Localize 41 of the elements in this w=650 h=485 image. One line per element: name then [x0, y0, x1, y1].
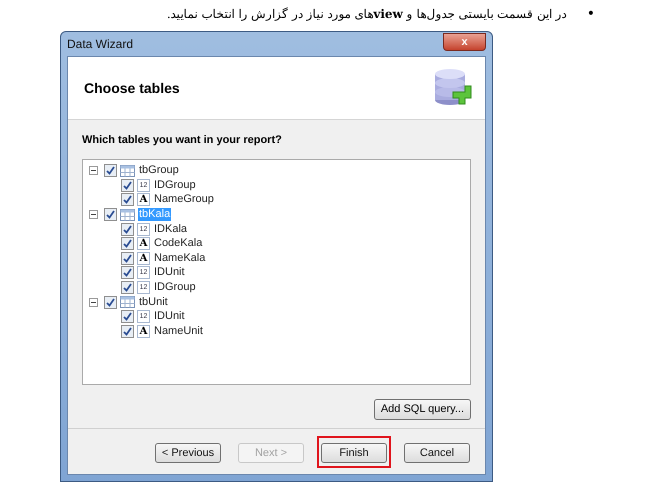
checkbox[interactable]: [104, 208, 117, 222]
tree-item[interactable]: IDUnit: [153, 266, 186, 280]
dialog-button[interactable]: Cancel: [404, 442, 470, 463]
tree-item[interactable]: CodeKala: [153, 237, 204, 250]
tree-item[interactable]: IDGroup: [153, 281, 197, 294]
checkbox[interactable]: [121, 178, 134, 192]
page-title: Choose tables: [84, 78, 180, 98]
tree-item[interactable]: tbUnit: [138, 296, 169, 309]
prompt-text: Which tables you want in your report?: [82, 133, 283, 148]
checkbox[interactable]: [121, 252, 134, 265]
bullet: •: [586, 4, 595, 24]
tree-item[interactable]: IDGroup: [153, 178, 197, 192]
window-title: Data Wizard: [67, 36, 134, 53]
dialog-button[interactable]: Finish: [321, 442, 387, 463]
tree-item[interactable]: NameUnit: [153, 324, 204, 338]
table-icon: [120, 296, 135, 308]
text-type-icon: A: [137, 237, 150, 250]
checkbox[interactable]: [121, 266, 134, 280]
text-type-icon: A: [137, 324, 150, 338]
tree-item[interactable]: NameGroup: [153, 193, 215, 206]
checkbox[interactable]: [121, 310, 134, 324]
checkbox[interactable]: [121, 193, 134, 206]
tree-item[interactable]: tbGroup: [138, 164, 180, 178]
collapse-icon[interactable]: [89, 210, 98, 220]
add-sql-query-button[interactable]: Add SQL query...: [374, 398, 471, 420]
table-icon: [120, 164, 135, 177]
dialog-button[interactable]: < Previous: [155, 442, 221, 463]
tree-item[interactable]: NameKala: [153, 252, 206, 265]
text-type-icon: A: [137, 252, 150, 265]
checkbox[interactable]: [104, 296, 117, 309]
tree-item[interactable]: IDKala: [153, 222, 188, 236]
collapse-icon[interactable]: [89, 298, 98, 307]
checkbox[interactable]: [121, 281, 134, 294]
text-type-icon: A: [137, 193, 150, 206]
checkbox[interactable]: [121, 222, 134, 236]
checkbox[interactable]: [121, 237, 134, 250]
collapse-icon[interactable]: [89, 166, 98, 176]
tree-item[interactable]: IDUnit: [153, 310, 186, 324]
checkbox[interactable]: [121, 324, 134, 338]
checkbox[interactable]: [104, 164, 117, 178]
table-icon: [120, 208, 135, 221]
